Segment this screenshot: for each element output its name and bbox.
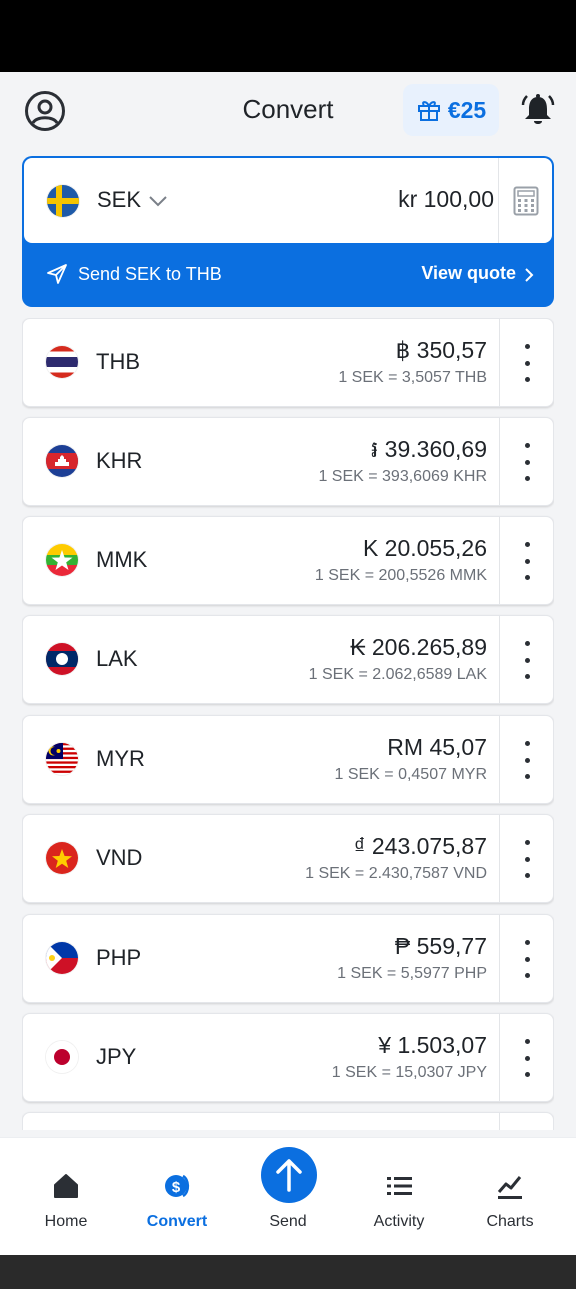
flag-cambodia-icon bbox=[46, 445, 78, 477]
divider bbox=[499, 319, 500, 406]
exchange-rate: 1 SEK = 5,5977 PHP bbox=[337, 965, 487, 982]
more-options-icon[interactable] bbox=[519, 641, 535, 679]
currency-list: THB ฿ 350,57 1 SEK = 3,5057 THB KHR ៛ 39… bbox=[22, 318, 554, 1130]
tab-label: Convert bbox=[146, 1213, 208, 1230]
chevron-right-icon bbox=[525, 268, 534, 282]
converted-amount: ฿ 350,57 bbox=[395, 337, 487, 363]
currency-row-jpy[interactable]: JPY ¥ 1.503,07 1 SEK = 15,0307 JPY bbox=[22, 1013, 554, 1102]
more-options-icon[interactable] bbox=[519, 840, 535, 878]
currency-row-mmk[interactable]: MMK K 20.055,26 1 SEK = 200,5526 MMK bbox=[22, 516, 554, 605]
calculator-icon[interactable] bbox=[513, 186, 539, 216]
converted-amount: ₱ 559,77 bbox=[394, 933, 487, 959]
currency-row-myr[interactable]: MYR RM 45,07 1 SEK = 0,4507 MYR bbox=[22, 715, 554, 804]
list-icon bbox=[387, 1177, 412, 1195]
currency-row-thb[interactable]: THB ฿ 350,57 1 SEK = 3,5057 THB bbox=[22, 318, 554, 407]
flag-japan-icon bbox=[46, 1041, 78, 1073]
tab-label: Send bbox=[269, 1213, 307, 1230]
flag-vietnam-icon bbox=[46, 842, 78, 874]
converted-amount: ₫ 243.075,87 bbox=[353, 833, 487, 859]
tab-charts[interactable]: Charts bbox=[455, 1138, 565, 1256]
currency-row-vnd[interactable]: VND ₫ 243.075,87 1 SEK = 2.430,7587 VND bbox=[22, 814, 554, 903]
currency-code: VND bbox=[96, 845, 143, 870]
paper-plane-icon bbox=[47, 264, 67, 284]
more-options-icon[interactable] bbox=[519, 1039, 535, 1077]
currency-row-php[interactable]: PHP ₱ 559,77 1 SEK = 5,5977 PHP bbox=[22, 914, 554, 1003]
tab-home[interactable]: Home bbox=[11, 1138, 121, 1256]
send-button[interactable] bbox=[261, 1147, 317, 1203]
exchange-rate: 1 SEK = 2.430,7587 VND bbox=[305, 865, 487, 882]
divider bbox=[499, 815, 500, 902]
divider bbox=[499, 1014, 500, 1101]
exchange-rate: 1 SEK = 0,4507 MYR bbox=[334, 766, 487, 783]
flag-thailand-icon bbox=[46, 346, 78, 378]
divider bbox=[499, 915, 500, 1002]
flag-myanmar-icon bbox=[46, 544, 78, 576]
divider bbox=[498, 158, 499, 243]
exchange-rate: 1 SEK = 15,0307 JPY bbox=[331, 1064, 487, 1081]
flag-philippines-icon bbox=[46, 942, 78, 974]
currency-code: KHR bbox=[96, 448, 143, 473]
currency-code: THB bbox=[96, 349, 140, 374]
divider bbox=[499, 616, 500, 703]
tab-convert[interactable]: $ Convert bbox=[122, 1138, 232, 1256]
currency-row-partial[interactable] bbox=[22, 1112, 554, 1130]
exchange-rate: 1 SEK = 3,5057 THB bbox=[338, 369, 487, 386]
more-options-icon[interactable] bbox=[519, 940, 535, 978]
converted-amount: ₭ 206.265,89 bbox=[350, 634, 487, 660]
tab-label: Charts bbox=[486, 1213, 534, 1230]
flag-sweden-icon bbox=[47, 185, 79, 217]
exchange-rate: 1 SEK = 200,5526 MMK bbox=[314, 567, 487, 584]
more-options-icon[interactable] bbox=[519, 542, 535, 580]
divider bbox=[499, 517, 500, 604]
converted-amount: ៛ 39.360,69 bbox=[370, 436, 487, 462]
status-bar bbox=[0, 0, 576, 72]
currency-code: MYR bbox=[96, 746, 145, 771]
svg-text:$: $ bbox=[172, 1179, 181, 1196]
flag-malaysia-icon bbox=[46, 743, 78, 775]
exchange-rate: 1 SEK = 393,6069 KHR bbox=[318, 468, 487, 485]
view-quote-link[interactable]: View quote bbox=[421, 263, 516, 284]
gift-icon bbox=[417, 101, 440, 121]
chevron-down-icon[interactable] bbox=[148, 194, 168, 208]
converted-amount: RM 45,07 bbox=[387, 734, 487, 760]
convert-icon: $ bbox=[165, 1174, 190, 1198]
send-label: Send SEK to THB bbox=[78, 264, 222, 284]
tab-label: Activity bbox=[373, 1213, 425, 1230]
system-navigation-bar bbox=[0, 1255, 576, 1289]
send-quote-bar[interactable]: Send SEK to THB View quote bbox=[22, 243, 554, 307]
base-amount-input[interactable]: kr 100,00 bbox=[398, 186, 494, 213]
flag-laos-icon bbox=[46, 643, 78, 675]
currency-code: MMK bbox=[96, 547, 148, 572]
converted-amount: K 20.055,26 bbox=[362, 535, 487, 561]
more-options-icon[interactable] bbox=[519, 443, 535, 481]
base-currency-card: SEK kr 100,00 Send SEK to THB View quote bbox=[22, 156, 554, 307]
tab-activity[interactable]: Activity bbox=[344, 1138, 454, 1256]
currency-code: JPY bbox=[96, 1044, 137, 1069]
home-icon bbox=[54, 1174, 78, 1198]
converted-amount: ¥ 1.503,07 bbox=[378, 1032, 487, 1058]
reward-button[interactable]: €25 bbox=[403, 84, 499, 136]
base-currency-input[interactable]: SEK kr 100,00 bbox=[24, 158, 552, 243]
divider bbox=[499, 1113, 500, 1130]
reward-amount: €25 bbox=[447, 96, 487, 123]
chart-icon bbox=[497, 1176, 522, 1199]
base-currency-code[interactable]: SEK bbox=[97, 187, 141, 213]
currency-row-khr[interactable]: KHR ៛ 39.360,69 1 SEK = 393,6069 KHR bbox=[22, 417, 554, 506]
send-arrow-icon bbox=[276, 1159, 302, 1192]
divider bbox=[499, 716, 500, 803]
divider bbox=[499, 418, 500, 505]
tab-label: Home bbox=[44, 1213, 88, 1230]
bell-icon[interactable] bbox=[520, 92, 556, 128]
currency-code: PHP bbox=[96, 945, 142, 970]
exchange-rate: 1 SEK = 2.062,6589 LAK bbox=[308, 666, 487, 683]
currency-row-lak[interactable]: LAK ₭ 206.265,89 1 SEK = 2.062,6589 LAK bbox=[22, 615, 554, 704]
more-options-icon[interactable] bbox=[519, 741, 535, 779]
more-options-icon[interactable] bbox=[519, 344, 535, 382]
header: Convert €25 bbox=[0, 72, 576, 150]
currency-code: LAK bbox=[96, 646, 138, 671]
